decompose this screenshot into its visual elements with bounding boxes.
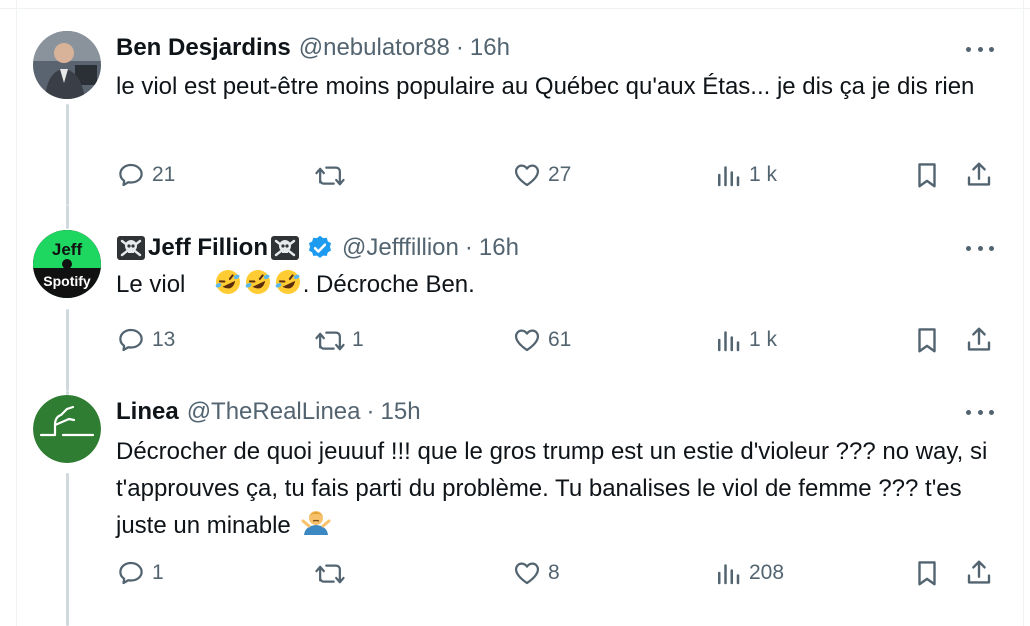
tweet-text-end: . Décroche Ben. xyxy=(302,271,475,298)
retweet-button[interactable]: 1 xyxy=(314,325,364,355)
bookmark-button[interactable] xyxy=(912,558,942,588)
avatar-text-top: Jeff xyxy=(52,240,83,259)
author-name[interactable]: Ben Desjardins xyxy=(116,34,291,62)
thread-connector-top xyxy=(66,205,69,229)
like-button[interactable]: 27 xyxy=(512,160,571,190)
man-shrugging-emoji-icon xyxy=(301,511,331,535)
bookmark-button[interactable] xyxy=(912,325,942,355)
separator: · xyxy=(366,398,375,425)
verified-badge-icon[interactable] xyxy=(306,234,334,262)
retweet-button[interactable] xyxy=(314,160,352,190)
analytics-icon xyxy=(718,166,740,187)
tweet-header: Jeff Fillion @Jefffillion · 16h xyxy=(116,233,519,263)
retweet-icon xyxy=(315,166,345,186)
thread-connector xyxy=(66,473,69,626)
tweet-text-content: Décrocher de quoi jeuuuf !!! que le gros… xyxy=(116,438,988,539)
like-count: 27 xyxy=(548,163,572,186)
rolling-laughing-emoji-icon xyxy=(245,270,270,294)
tweet-jeff-fillion[interactable]: Jeff Spotify Jeff Fillion @Jefffillion ·… xyxy=(0,205,1030,391)
author-name[interactable]: Linea xyxy=(116,398,179,426)
avatar-photo xyxy=(33,31,101,99)
separator: · xyxy=(464,234,473,261)
author-handle[interactable]: @nebulator88 xyxy=(299,34,450,62)
reply-button[interactable]: 13 xyxy=(116,325,175,355)
reply-button[interactable]: 21 xyxy=(116,160,175,190)
avatar-logo xyxy=(33,395,101,463)
views-button[interactable]: 208 xyxy=(713,558,784,588)
skull-crossbones-icon xyxy=(117,236,145,260)
share-button[interactable] xyxy=(964,558,994,588)
action-bar: 13 1 61 1 k xyxy=(0,325,1030,355)
analytics-icon xyxy=(718,564,740,585)
more-options-icon[interactable] xyxy=(966,407,994,417)
bookmark-icon xyxy=(918,163,936,188)
action-bar: 21 27 1 k xyxy=(0,160,1030,190)
tweet-text: Le viol . Décroche Ben. xyxy=(116,266,996,303)
avatar-logo: Jeff Spotify xyxy=(33,230,101,298)
retweet-icon xyxy=(315,331,345,351)
tweet-linea[interactable]: Linea @TheRealLinea · 15h Décrocher de q… xyxy=(0,391,1030,626)
tweet-text: le viol est peut-être moins populaire au… xyxy=(116,73,975,100)
view-count: 1 k xyxy=(749,163,778,186)
author-handle[interactable]: @TheRealLinea xyxy=(187,398,361,426)
bookmark-icon xyxy=(918,561,936,586)
like-count: 61 xyxy=(548,328,572,351)
views-button[interactable]: 1 k xyxy=(713,325,777,355)
more-options-icon[interactable] xyxy=(966,243,994,253)
tweet-header: Linea @TheRealLinea · 15h xyxy=(116,397,421,427)
avatar[interactable]: Jeff Spotify xyxy=(33,230,101,298)
share-button[interactable] xyxy=(964,325,994,355)
like-button[interactable]: 8 xyxy=(512,558,560,588)
reply-icon xyxy=(119,561,143,585)
heart-icon xyxy=(514,562,540,585)
tweet-ben-desjardins[interactable]: Ben Desjardins @nebulator88 · 16h le vio… xyxy=(0,0,1030,205)
author-handle[interactable]: @Jefffillion xyxy=(342,234,459,262)
reply-icon xyxy=(119,163,143,187)
share-icon xyxy=(967,327,991,351)
reply-count: 13 xyxy=(152,328,176,351)
reply-icon xyxy=(119,328,143,352)
timestamp[interactable]: 16h xyxy=(470,34,510,62)
timestamp[interactable]: 15h xyxy=(381,398,421,426)
timestamp[interactable]: 16h xyxy=(479,234,519,262)
reply-count: 1 xyxy=(152,561,164,584)
conversation-thread: Ben Desjardins @nebulator88 · 16h le vio… xyxy=(0,0,1030,626)
like-button[interactable]: 61 xyxy=(512,325,571,355)
rolling-laughing-emoji-icon xyxy=(275,270,300,294)
more-options-icon[interactable] xyxy=(966,44,994,54)
views-button[interactable]: 1 k xyxy=(713,160,777,190)
view-count: 208 xyxy=(749,561,785,584)
reply-button[interactable]: 1 xyxy=(116,558,164,588)
tweet-header: Ben Desjardins @nebulator88 · 16h xyxy=(116,33,510,63)
rolling-laughing-emoji-icon xyxy=(215,270,240,294)
separator: · xyxy=(455,34,464,61)
avatar[interactable] xyxy=(33,395,101,463)
skull-crossbones-icon xyxy=(271,236,299,260)
retweet-button[interactable] xyxy=(314,558,352,588)
tweet-text-start: Le viol xyxy=(116,271,186,298)
author-name[interactable]: Jeff Fillion xyxy=(148,234,268,262)
retweet-icon xyxy=(315,564,345,584)
reply-count: 21 xyxy=(152,163,176,186)
share-button[interactable] xyxy=(964,160,994,190)
view-count: 1 k xyxy=(749,328,778,351)
heart-icon xyxy=(514,164,540,187)
like-count: 8 xyxy=(548,561,560,584)
tweet-text: Décrocher de quoi jeuuuf !!! que le gros… xyxy=(116,433,1006,544)
retweet-count: 1 xyxy=(352,328,364,351)
bookmark-icon xyxy=(918,328,936,353)
avatar[interactable] xyxy=(33,31,101,99)
avatar-text-bottom: Spotify xyxy=(43,273,91,289)
action-bar: 1 8 208 xyxy=(0,558,1030,588)
analytics-icon xyxy=(718,331,740,352)
share-icon xyxy=(967,560,991,584)
share-icon xyxy=(967,162,991,186)
bookmark-button[interactable] xyxy=(912,160,942,190)
heart-icon xyxy=(514,329,540,352)
